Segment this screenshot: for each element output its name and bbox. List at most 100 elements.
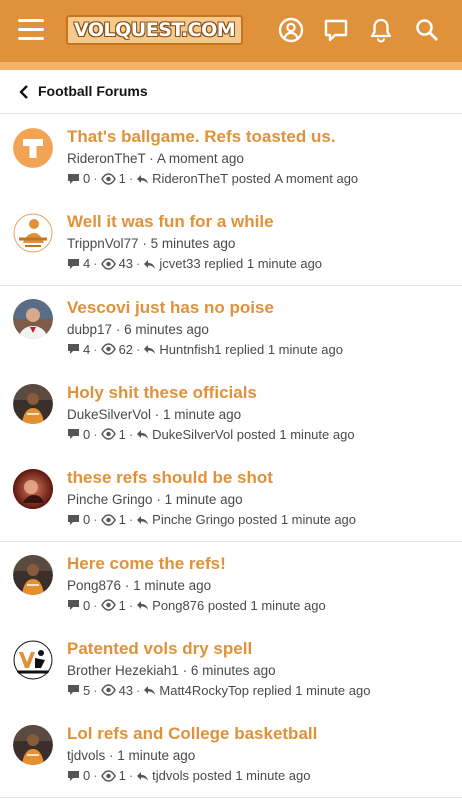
reply-count: 0 [83, 512, 91, 528]
account-icon[interactable] [277, 16, 305, 44]
last-post-user[interactable]: DukeSilverVol [152, 427, 233, 442]
last-post-time: A moment ago [274, 171, 359, 186]
thread-row[interactable]: Well it was fun for a while TrippnVol77 ·… [0, 200, 462, 287]
thread-author[interactable]: DukeSilverVol [67, 407, 151, 422]
thread-stats: 0 · 1 · Pinche Gringo posted 1 minute ago [67, 512, 356, 527]
thread-stats: 0 · 1 · DukeSilverVol posted 1 minute ago [67, 427, 355, 442]
last-post-user[interactable]: jcvet33 [159, 256, 200, 271]
last-post-user[interactable]: Huntnfish1 [159, 342, 221, 357]
last-post-user[interactable]: RideronTheT [152, 171, 228, 186]
thread-title[interactable]: Holy shit these officials [67, 383, 257, 403]
thread-title[interactable]: Well it was fun for a while [67, 212, 274, 232]
last-post-time: 1 minute ago [250, 597, 326, 613]
thread-row[interactable]: Here come the refs! Pong876 · 1 minute ag… [0, 541, 462, 628]
breadcrumb[interactable]: Football Forums [0, 70, 462, 114]
last-post-user[interactable]: Pinche Gringo [152, 512, 234, 527]
avatar[interactable] [13, 298, 53, 339]
last-post-user[interactable]: tjdvols [152, 768, 189, 783]
view-count: 1 [118, 171, 126, 186]
thread-author[interactable]: dubp17 [67, 322, 112, 337]
avatar[interactable] [13, 383, 53, 424]
thread-title[interactable]: Patented vols dry spell [67, 639, 252, 659]
separator: · [93, 768, 98, 784]
menu-icon[interactable] [18, 19, 44, 41]
separator: · [93, 256, 98, 272]
comment-icon [68, 258, 79, 269]
thread-start-time: 1 minute ago [164, 492, 243, 508]
last-post-user[interactable]: Pong876 [152, 598, 204, 613]
separator: · [128, 512, 134, 528]
thread-title[interactable]: these refs should be shot [67, 468, 273, 488]
chat-icon[interactable] [322, 16, 350, 44]
avatar[interactable] [13, 639, 53, 680]
separator: · [128, 171, 134, 186]
separator: · [136, 682, 141, 698]
avatar[interactable] [13, 213, 53, 254]
thread-row[interactable]: Lol refs and College basketball tjdvols ·… [0, 712, 462, 799]
separator: · [128, 597, 134, 613]
thread-author[interactable]: Pinche Gringo [67, 492, 153, 507]
comment-icon [68, 600, 79, 610]
thread-author[interactable]: tjdvols [67, 748, 105, 763]
chevron-left-icon [19, 85, 28, 99]
thread-author[interactable]: RideronTheT [67, 151, 146, 166]
last-post-time: 1 minute ago [280, 512, 357, 528]
comment-icon [68, 173, 79, 184]
thread-title[interactable]: Lol refs and College basketball [67, 724, 317, 744]
reply-arrow-icon [144, 686, 156, 696]
thread-start-time: 1 minute ago [133, 577, 212, 593]
comment-icon [68, 770, 79, 781]
eye-icon [100, 258, 116, 270]
thread-row[interactable]: That's ballgame. Refs toasted us. Rideron… [0, 115, 462, 201]
reply-arrow-icon [137, 601, 149, 610]
thread-row[interactable]: Holy shit these officials DukeSilverVol ·… [0, 370, 462, 457]
thread-title[interactable]: Vescovi just has no poise [67, 298, 274, 318]
thread-start-time: 1 minute ago [117, 748, 196, 764]
avatar[interactable] [13, 469, 53, 510]
thread-stats: 0 · 1 · tjdvols posted 1 minute ago [67, 768, 310, 783]
thread-stats: 4 · 62 · Huntnfish1 replied 1 minute ago [67, 342, 343, 357]
thread-start-time: 6 minutes ago [124, 321, 209, 337]
view-count: 1 [118, 597, 126, 613]
search-icon[interactable] [413, 16, 441, 44]
reply-arrow-icon [137, 430, 149, 440]
comment-icon [68, 685, 79, 696]
thread-title[interactable]: Here come the refs! [67, 554, 226, 574]
avatar[interactable] [13, 128, 53, 168]
last-post-user[interactable]: Matt4RockyTop [159, 683, 249, 698]
avatar[interactable] [13, 725, 53, 766]
separator: · [151, 406, 164, 422]
bell-icon[interactable] [367, 16, 395, 44]
thread-row[interactable]: Vescovi just has no poise dubp17 · 6 minu… [0, 285, 462, 372]
separator: · [121, 577, 134, 593]
eye-icon [100, 769, 116, 782]
thread-author[interactable]: Brother Hezekiah1 [67, 663, 179, 678]
separator: · [145, 151, 157, 166]
eye-icon [100, 599, 116, 611]
thread-meta: Brother Hezekiah1 · 6 minutes ago [67, 663, 276, 678]
last-post-action: posted [192, 768, 232, 784]
comment-icon [68, 514, 79, 525]
separator: · [136, 341, 141, 357]
thread-meta: DukeSilverVol · 1 minute ago [67, 407, 241, 422]
thread-stats: 0 · 1 · Pong876 posted 1 minute ago [67, 598, 326, 613]
separator: · [93, 682, 98, 698]
reply-count: 0 [83, 597, 91, 613]
thread-title[interactable]: That's ballgame. Refs toasted us. [67, 127, 336, 147]
thread-author[interactable]: Pong876 [67, 578, 121, 593]
site-logo[interactable]: VOLQUEST.COM [66, 15, 244, 45]
thread-row[interactable]: these refs should be shot Pinche Gringo ·… [0, 456, 462, 543]
thread-meta: TrippnVol77 · 5 minutes ago [67, 236, 235, 251]
last-post-time: 1 minute ago [246, 256, 323, 272]
avatar[interactable] [13, 554, 53, 595]
thread-stats: 5 · 43 · Matt4RockyTop replied 1 minute ago [67, 683, 370, 698]
thread-row[interactable]: Patented vols dry spell Brother Hezekiah1… [0, 626, 462, 713]
separator: · [105, 748, 118, 764]
last-post-action: posted [231, 171, 271, 186]
separator: · [93, 597, 98, 613]
last-post-time: 1 minute ago [267, 341, 343, 357]
thread-author[interactable]: TrippnVol77 [67, 236, 139, 251]
last-post-time: 1 minute ago [295, 682, 371, 698]
reply-count: 0 [83, 171, 91, 186]
separator: · [178, 662, 191, 678]
